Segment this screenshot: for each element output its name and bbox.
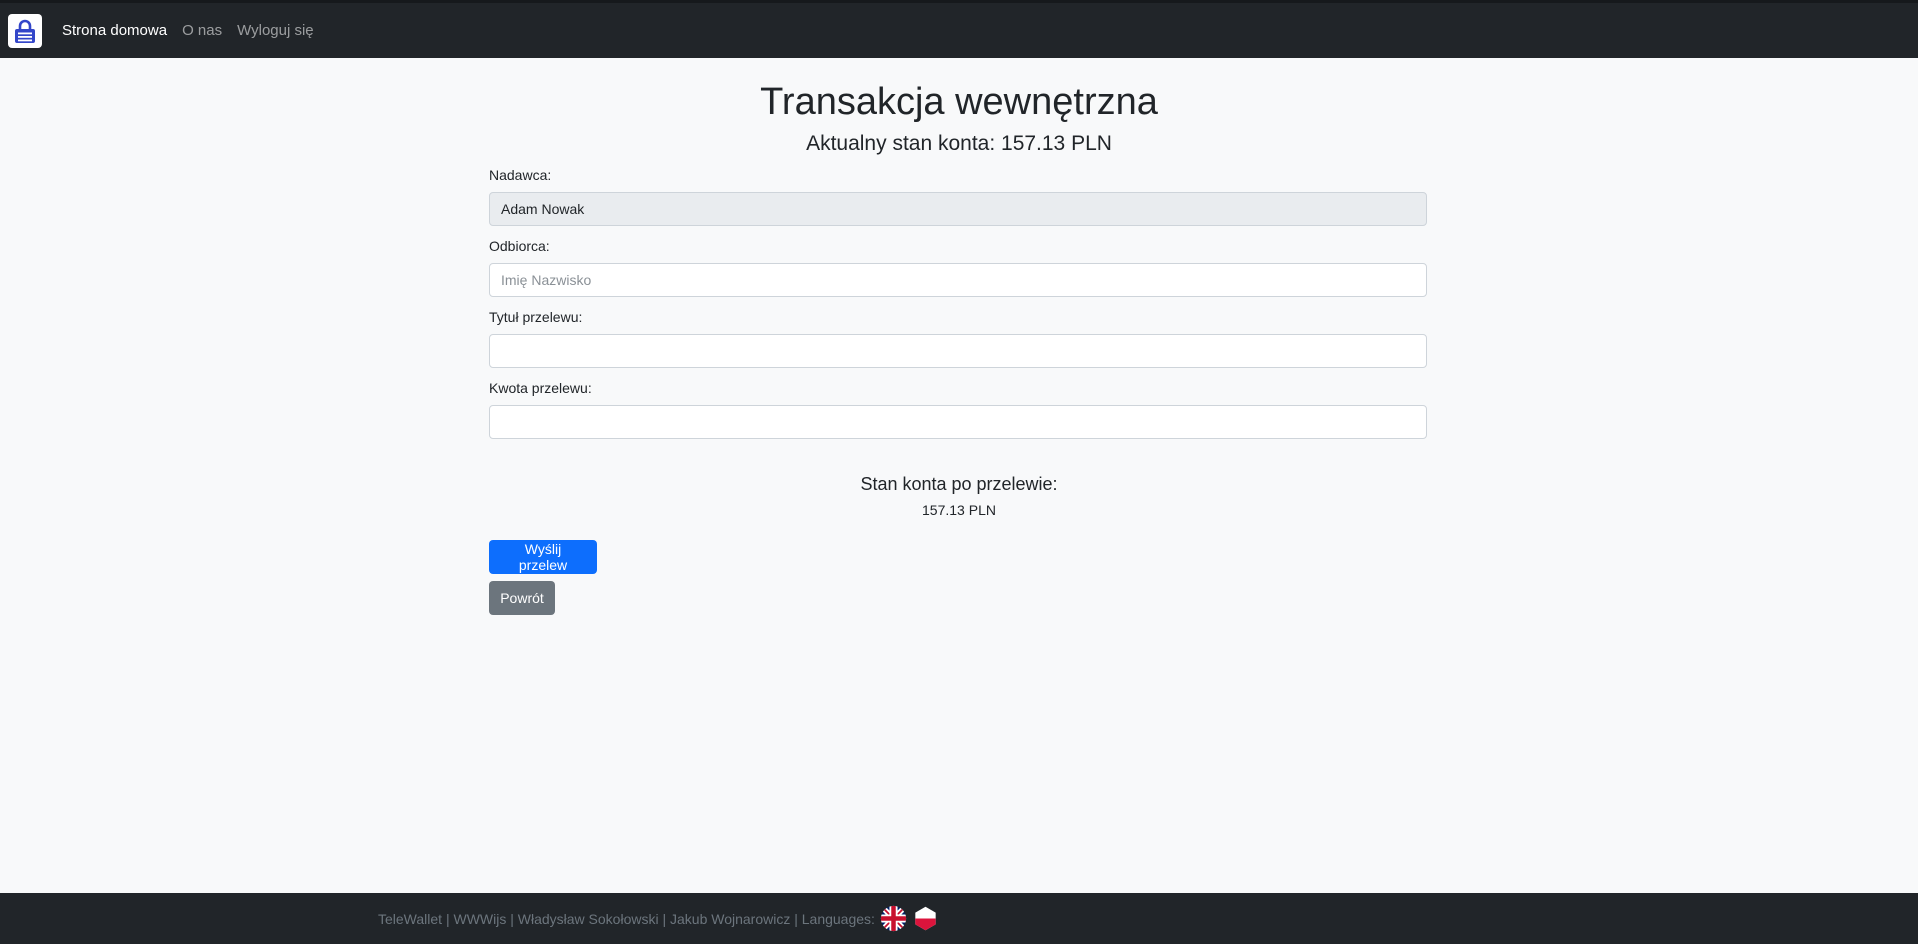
transfer-title-label: Tytuł przelewu: xyxy=(489,309,583,325)
brand-logo[interactable] xyxy=(8,13,42,48)
transfer-form: Nadawca: Odbiorca: Tytuł przelewu: Kwota… xyxy=(489,166,1427,450)
recipient-group: Odbiorca: xyxy=(489,237,1427,297)
transfer-title-input[interactable] xyxy=(489,334,1427,368)
nav-link-about[interactable]: O nas xyxy=(182,22,222,39)
current-balance: Aktualny stan konta: 157.13 PLN xyxy=(806,132,1112,155)
amount-label: Kwota przelewu: xyxy=(489,380,592,396)
main-content: Transakcja wewnętrzna Aktualny stan kont… xyxy=(0,58,1918,893)
amount-input[interactable] xyxy=(489,405,1427,439)
balance-after-value: 157.13 PLN xyxy=(922,502,996,518)
footer-credits: TeleWallet | WWWijs | Władysław Sokołows… xyxy=(378,910,875,927)
uk-flag-icon[interactable] xyxy=(880,905,907,932)
amount-group: Kwota przelewu: xyxy=(489,379,1427,439)
sender-group: Nadawca: xyxy=(489,166,1427,226)
recipient-input[interactable] xyxy=(489,263,1427,297)
sender-label: Nadawca: xyxy=(489,167,552,183)
transfer-title-group: Tytuł przelewu: xyxy=(489,308,1427,368)
send-transfer-button[interactable]: Wyślij przelew xyxy=(489,540,597,574)
poland-flag-icon[interactable] xyxy=(912,905,939,932)
balance-after-label: Stan konta po przelewie: xyxy=(860,474,1058,494)
nav-link-logout[interactable]: Wyloguj się xyxy=(237,22,314,39)
padlock-wallet-icon xyxy=(15,19,35,43)
sender-field[interactable] xyxy=(489,192,1427,226)
back-button[interactable]: Powrót xyxy=(489,581,555,615)
footer: TeleWallet | WWWijs | Władysław Sokołows… xyxy=(0,893,1918,944)
recipient-label: Odbiorca: xyxy=(489,238,550,254)
page-title: Transakcja wewnętrzna xyxy=(760,81,1158,123)
footer-content: TeleWallet | WWWijs | Władysław Sokołows… xyxy=(378,893,939,944)
nav-link-home[interactable]: Strona domowa xyxy=(62,22,167,39)
top-navbar: Strona domowa O nas Wyloguj się xyxy=(0,0,1918,58)
